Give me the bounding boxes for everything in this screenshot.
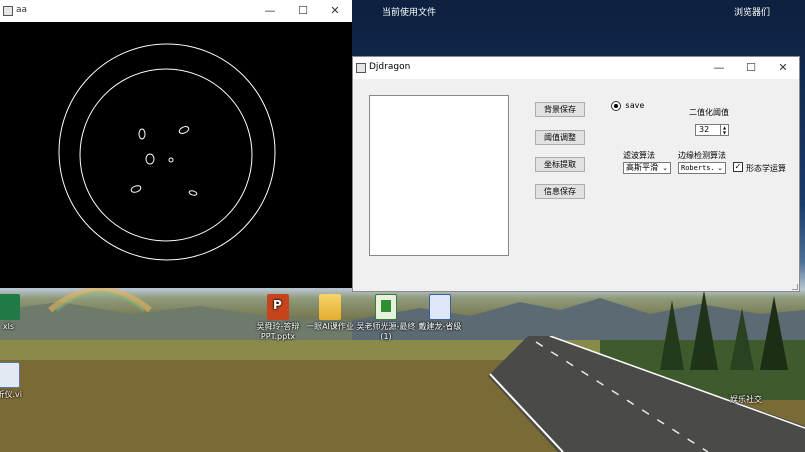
file-icon — [0, 362, 20, 388]
window-title: Djdragon — [369, 62, 411, 72]
desktop-icon-label: 娱乐社交 — [730, 395, 762, 404]
chevron-down-icon: ⌄ — [662, 164, 668, 172]
coordinate-extract-button[interactable]: 坐标提取 — [535, 157, 585, 172]
desktop-icon-document[interactable]: 吴老师光源-最终 (1) — [356, 294, 416, 342]
edge-selected-value: Roberts. — [681, 164, 715, 172]
app-icon — [3, 6, 13, 16]
save-radio[interactable] — [611, 101, 621, 111]
morphology-label: 形态学运算 — [746, 164, 786, 173]
binarize-threshold-label: 二值化阈值 — [689, 108, 729, 117]
desktop-icon-ppt[interactable]: 吴舜玲-答辩PPT.pptx — [248, 294, 308, 342]
recent-files-label[interactable]: 当前使用文件 — [382, 5, 436, 18]
desktop-icon-label: 吴老师光源-最终 (1) — [356, 322, 416, 341]
info-list-box[interactable] — [369, 95, 509, 256]
djdragon-window[interactable]: Djdragon — ☐ ✕ 背景保存 阈值调整 坐标提取 信息保存 save … — [352, 56, 800, 292]
save-radio-label: save — [625, 101, 645, 110]
browsers-label[interactable]: 浏览器们 — [734, 5, 770, 18]
spin-arrows-icon[interactable]: ▲ ▼ — [720, 125, 728, 135]
particle-edge — [188, 190, 198, 196]
threshold-spinbox[interactable]: 32 ▲ ▼ — [695, 124, 729, 136]
app-icon — [356, 63, 366, 73]
chevron-down-icon: ⌄ — [717, 164, 723, 172]
desktop-topbar: 当前使用文件 浏览器们 — [352, 0, 805, 22]
djdragon-window-titlebar[interactable]: Djdragon — ☐ ✕ — [353, 57, 799, 79]
outer-ring-edge — [58, 43, 276, 261]
threshold-value: 32 — [699, 125, 710, 134]
ppt-icon — [267, 294, 289, 320]
excel-icon — [0, 294, 20, 320]
minimize-button[interactable]: — — [260, 3, 280, 19]
particle-edge — [145, 153, 155, 165]
desktop-icon-excel[interactable]: xls — [0, 294, 38, 332]
desktop-icon-entertainment[interactable]: 娱乐社交 — [716, 395, 776, 405]
maximize-button[interactable]: ☐ — [293, 3, 313, 19]
document-icon — [429, 294, 451, 320]
desktop-icon-document-2[interactable]: 戴建龙-省级 — [410, 294, 470, 332]
close-button[interactable]: ✕ — [773, 60, 793, 76]
desktop-icon-vi[interactable]: 析仪.vi — [0, 362, 38, 400]
close-button[interactable]: ✕ — [325, 3, 345, 19]
resize-grip-icon[interactable] — [792, 284, 798, 290]
desktop-icon-label: 戴建龙-省级 — [418, 322, 462, 331]
particle-edge — [178, 126, 190, 134]
folder-icon — [319, 294, 341, 320]
edge-detection-label: 边缘检测算法 — [678, 151, 726, 160]
background-save-button[interactable]: 背景保存 — [535, 102, 585, 117]
desktop-icon-label: 吴舜玲-答辩PPT.pptx — [256, 322, 300, 341]
desktop-icon-folder[interactable]: 一眼AI课作业 — [300, 294, 360, 332]
filter-algorithm-label: 滤波算法 — [623, 151, 655, 160]
document-icon — [375, 294, 397, 320]
minimize-button[interactable]: — — [709, 60, 729, 76]
threshold-adjust-button[interactable]: 阈值调整 — [535, 130, 585, 145]
particle-edge — [138, 128, 146, 140]
filter-selected-value: 高斯平滑 — [626, 163, 658, 172]
edge-detection-canvas — [58, 43, 276, 261]
image-window[interactable]: aa — ☐ ✕ — [0, 0, 352, 288]
edge-detection-select[interactable]: Roberts. ⌄ — [678, 162, 726, 174]
filter-algorithm-select[interactable]: 高斯平滑 ⌄ — [623, 162, 671, 174]
desktop-icon-label: xls — [2, 322, 14, 331]
window-title: aa — [16, 5, 28, 15]
desktop-icon-label: 一眼AI课作业 — [306, 322, 354, 331]
inner-ring-edge — [79, 68, 253, 242]
desktop-icon-label: 析仪.vi — [0, 390, 22, 399]
particle-edge — [168, 157, 174, 163]
particle-edge — [130, 185, 142, 193]
wallpaper-trees — [660, 290, 788, 370]
maximize-button[interactable]: ☐ — [741, 60, 761, 76]
morphology-checkbox[interactable]: ✓ — [733, 162, 743, 172]
info-save-button[interactable]: 信息保存 — [535, 184, 585, 199]
image-window-titlebar[interactable]: aa — ☐ ✕ — [0, 0, 352, 22]
